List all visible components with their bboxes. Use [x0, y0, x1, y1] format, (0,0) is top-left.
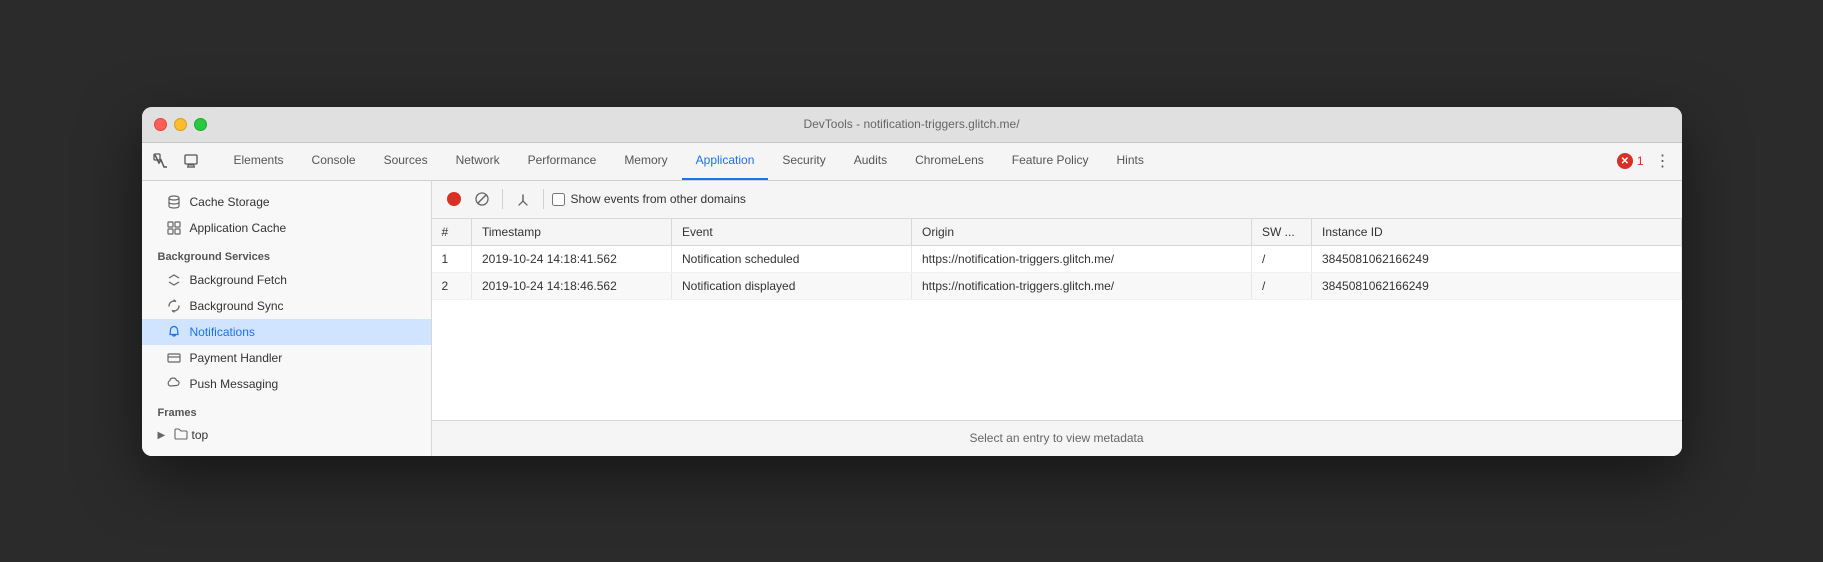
title-bar: DevTools - notification-triggers.glitch.… — [142, 107, 1682, 143]
tab-bar-right: ✕ 1 ⋮ — [1617, 148, 1676, 174]
table-row[interactable]: 1 2019-10-24 14:18:41.562 Notification s… — [432, 245, 1682, 272]
notifications-label: Notifications — [190, 325, 255, 339]
close-button[interactable] — [154, 118, 167, 131]
maximize-button[interactable] — [194, 118, 207, 131]
folder-icon — [174, 428, 188, 443]
record-icon — [447, 192, 461, 206]
error-icon: ✕ — [1617, 153, 1633, 169]
table-header-row: # Timestamp Event Origin SW ... Instance… — [432, 219, 1682, 246]
tab-console[interactable]: Console — [298, 143, 370, 180]
tab-memory[interactable]: Memory — [610, 143, 681, 180]
more-menu-button[interactable]: ⋮ — [1650, 148, 1676, 174]
tree-expand-arrow: ▶ — [158, 430, 170, 441]
arrows-icon — [166, 272, 182, 288]
application-cache-label: Application Cache — [190, 221, 287, 235]
col-header-instance: Instance ID — [1312, 219, 1682, 246]
tabs-list: Elements Console Sources Network Perform… — [220, 143, 1617, 180]
bell-icon — [166, 324, 182, 340]
sidebar-item-cache-storage[interactable]: Cache Storage — [142, 189, 431, 215]
col-header-event: Event — [672, 219, 912, 246]
main-panel: Show events from other domains # Timesta… — [432, 181, 1682, 456]
cell-sw: / — [1252, 272, 1312, 299]
record-button[interactable] — [442, 187, 466, 211]
status-text: Select an entry to view metadata — [969, 431, 1143, 445]
error-count: 1 — [1637, 154, 1644, 168]
sidebar-item-top[interactable]: ▶ top — [142, 423, 431, 448]
device-icon-button[interactable] — [178, 148, 204, 174]
col-header-origin: Origin — [912, 219, 1252, 246]
storage-icon — [166, 194, 182, 210]
sidebar: Cache Storage Application Cache Backgrou… — [142, 181, 432, 456]
table: # Timestamp Event Origin SW ... Instance… — [432, 219, 1682, 300]
background-fetch-label: Background Fetch — [190, 273, 287, 287]
sidebar-item-application-cache[interactable]: Application Cache — [142, 215, 431, 241]
card-icon — [166, 350, 182, 366]
frames-section-label: Frames — [142, 397, 431, 423]
grid-icon — [166, 220, 182, 236]
tab-elements[interactable]: Elements — [220, 143, 298, 180]
cache-storage-label: Cache Storage — [190, 195, 270, 209]
status-bar: Select an entry to view metadata — [432, 420, 1682, 456]
show-events-text: Show events from other domains — [571, 192, 746, 206]
show-events-label[interactable]: Show events from other domains — [552, 192, 746, 206]
bg-services-section-label: Background Services — [142, 241, 431, 267]
sidebar-item-background-fetch[interactable]: Background Fetch — [142, 267, 431, 293]
show-events-checkbox[interactable] — [552, 193, 565, 206]
cell-origin: https://notification-triggers.glitch.me/ — [912, 272, 1252, 299]
devtools-tab-bar: Elements Console Sources Network Perform… — [142, 143, 1682, 181]
cell-timestamp: 2019-10-24 14:18:46.562 — [472, 272, 672, 299]
error-badge[interactable]: ✕ 1 — [1617, 153, 1644, 169]
frames-top-label: top — [192, 428, 209, 442]
main-toolbar: Show events from other domains — [432, 181, 1682, 219]
inspect-icon-button[interactable] — [148, 148, 174, 174]
tab-chromelens[interactable]: ChromeLens — [901, 143, 998, 180]
tab-sources[interactable]: Sources — [370, 143, 442, 180]
cell-event: Notification scheduled — [672, 245, 912, 272]
sidebar-item-background-sync[interactable]: Background Sync — [142, 293, 431, 319]
cell-origin: https://notification-triggers.glitch.me/ — [912, 245, 1252, 272]
tab-application[interactable]: Application — [682, 143, 769, 180]
tab-network[interactable]: Network — [442, 143, 514, 180]
col-header-timestamp: Timestamp — [472, 219, 672, 246]
toolbar-divider — [502, 189, 503, 209]
cell-num: 2 — [432, 272, 472, 299]
background-sync-label: Background Sync — [190, 299, 284, 313]
cell-instance: 3845081062166249 — [1312, 272, 1682, 299]
col-header-sw: SW ... — [1252, 219, 1312, 246]
cell-sw: / — [1252, 245, 1312, 272]
payment-handler-label: Payment Handler — [190, 351, 283, 365]
tab-audits[interactable]: Audits — [840, 143, 901, 180]
sync-icon — [166, 298, 182, 314]
tab-hints[interactable]: Hints — [1103, 143, 1158, 180]
notifications-table: # Timestamp Event Origin SW ... Instance… — [432, 219, 1682, 420]
minimize-button[interactable] — [174, 118, 187, 131]
window-title: DevTools - notification-triggers.glitch.… — [803, 117, 1019, 131]
traffic-lights — [154, 118, 207, 131]
tab-performance[interactable]: Performance — [514, 143, 611, 180]
clear-button[interactable] — [470, 187, 494, 211]
toolbar-divider-2 — [543, 189, 544, 209]
tab-featurepolicy[interactable]: Feature Policy — [998, 143, 1103, 180]
col-header-num: # — [432, 219, 472, 246]
cell-timestamp: 2019-10-24 14:18:41.562 — [472, 245, 672, 272]
save-button[interactable] — [511, 187, 535, 211]
tab-security[interactable]: Security — [768, 143, 839, 180]
sidebar-item-push-messaging[interactable]: Push Messaging — [142, 371, 431, 397]
table-row[interactable]: 2 2019-10-24 14:18:46.562 Notification d… — [432, 272, 1682, 299]
cell-event: Notification displayed — [672, 272, 912, 299]
cell-num: 1 — [432, 245, 472, 272]
content-area: Cache Storage Application Cache Backgrou… — [142, 181, 1682, 456]
tab-icon-group — [148, 148, 212, 174]
sidebar-item-notifications[interactable]: Notifications — [142, 319, 431, 345]
devtools-window: DevTools - notification-triggers.glitch.… — [142, 107, 1682, 456]
sidebar-item-payment-handler[interactable]: Payment Handler — [142, 345, 431, 371]
push-messaging-label: Push Messaging — [190, 377, 279, 391]
cell-instance: 3845081062166249 — [1312, 245, 1682, 272]
cloud-icon — [166, 376, 182, 392]
